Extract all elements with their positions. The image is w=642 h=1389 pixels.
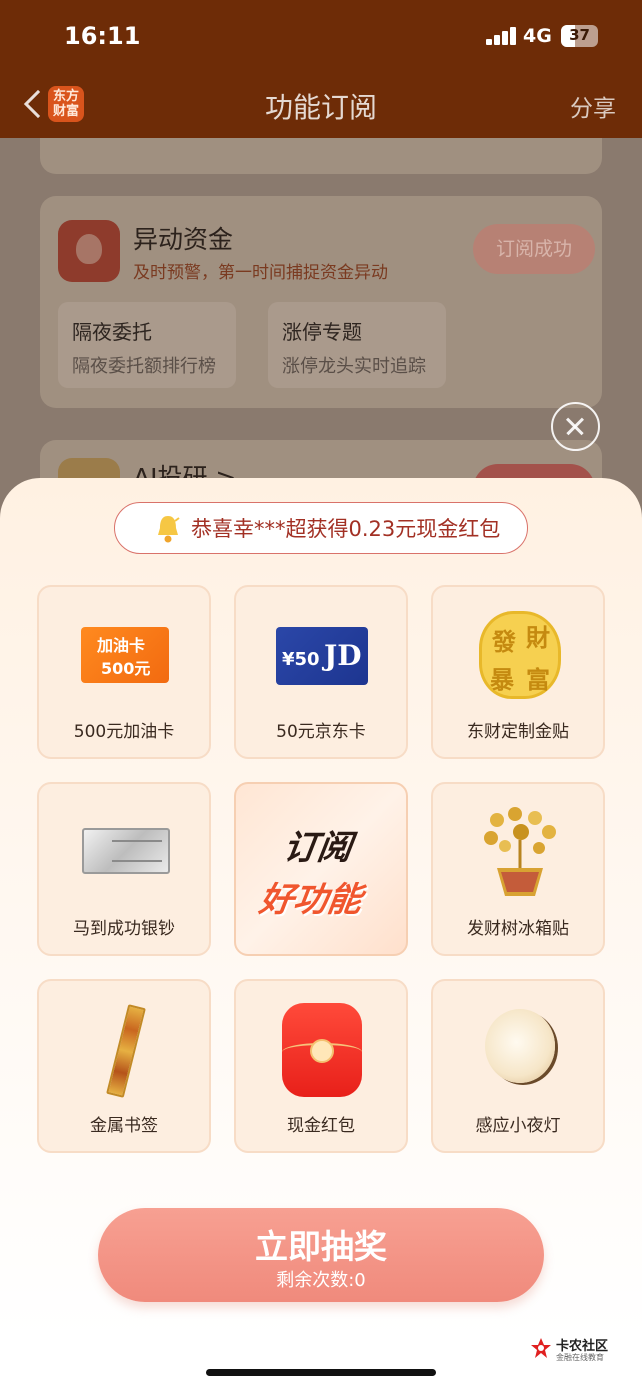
sticker-char: 富 bbox=[526, 666, 550, 694]
tile-overnight-orders[interactable]: 隔夜委托 隔夜委托额排行榜 bbox=[58, 302, 236, 388]
tile-title: 涨停专题 bbox=[282, 320, 362, 344]
lottery-sheet: 恭喜幸***超获得0.23元现金红包 加油卡 500元 500元加油卡 ¥50 … bbox=[0, 478, 642, 1338]
prize-label: 感应小夜灯 bbox=[475, 1116, 561, 1136]
tile-title: 隔夜委托 bbox=[72, 320, 152, 344]
draw-button-label: 立即抽奖 bbox=[255, 1227, 387, 1266]
watermark-logo-icon bbox=[531, 1338, 551, 1358]
sticker-char: 財 bbox=[526, 624, 550, 652]
sticker-char: 暴 bbox=[490, 666, 514, 694]
fuel-card-value: 500元 bbox=[101, 659, 151, 678]
signal-icon bbox=[486, 27, 518, 45]
fund-card: 异动资金 及时预警，第一时间捕捉资金异动 订阅成功 隔夜委托 隔夜委托额排行榜 … bbox=[40, 196, 602, 408]
subscribe-word: 订阅 bbox=[280, 828, 355, 868]
silver-note-icon bbox=[82, 828, 170, 874]
battery-level: 37 bbox=[569, 26, 590, 44]
share-button[interactable]: 分享 bbox=[570, 89, 616, 123]
close-icon[interactable] bbox=[551, 402, 600, 451]
tile-limit-up[interactable]: 涨停专题 涨停龙头实时追踪 bbox=[268, 302, 446, 388]
winner-ticker: 恭喜幸***超获得0.23元现金红包 bbox=[114, 502, 528, 554]
fuel-card-title: 加油卡 bbox=[97, 636, 146, 655]
tile-desc: 隔夜委托额排行榜 bbox=[72, 356, 216, 377]
status-bar: 16:11 4G 37 bbox=[0, 0, 642, 70]
jd-card-icon: ¥50 JD bbox=[276, 627, 368, 685]
fund-card-desc: 及时预警，第一时间捕捉资金异动 bbox=[133, 263, 388, 283]
battery-icon: 37 bbox=[561, 25, 598, 47]
red-envelope-icon bbox=[282, 1003, 362, 1097]
prize-label: 东财定制金贴 bbox=[467, 722, 569, 742]
prize-fuel-card: 加油卡 500元 500元加油卡 bbox=[37, 585, 211, 759]
prize-night-light: 感应小夜灯 bbox=[431, 979, 605, 1153]
draw-button[interactable]: 立即抽奖 剩余次数:0 bbox=[98, 1208, 544, 1302]
home-indicator[interactable] bbox=[206, 1369, 436, 1376]
money-tree-icon bbox=[484, 807, 556, 896]
prize-red-envelope: 现金红包 bbox=[234, 979, 408, 1153]
remaining-count: 剩余次数:0 bbox=[276, 1270, 366, 1291]
prize-label: 金属书签 bbox=[90, 1116, 158, 1136]
network-label: 4G bbox=[523, 25, 552, 47]
ticker-text: 恭喜幸***超获得0.23元现金红包 bbox=[191, 517, 501, 541]
prize-label: 发财树冰箱贴 bbox=[467, 919, 569, 939]
status-time: 16:11 bbox=[64, 22, 141, 50]
page-title: 功能订阅 bbox=[264, 91, 377, 124]
bookmark-icon bbox=[106, 1004, 146, 1098]
watermark-subtitle: 金融在线教育 bbox=[556, 1353, 604, 1362]
gold-sticker-icon: 發 財 暴 富 bbox=[479, 611, 561, 699]
sticker-char: 發 bbox=[492, 628, 516, 656]
prize-label: 500元加油卡 bbox=[73, 722, 175, 742]
prize-label: 马到成功银钞 bbox=[73, 919, 175, 939]
prize-gold-sticker: 發 財 暴 富 东财定制金贴 bbox=[431, 585, 605, 759]
nav-bar: 东方财富 功能订阅 分享 bbox=[0, 70, 642, 138]
fuel-card-icon: 加油卡 500元 bbox=[81, 627, 169, 683]
prize-silver-note: 马到成功银钞 bbox=[37, 782, 211, 956]
good-feature-word: 好功能 bbox=[256, 880, 365, 920]
bell-icon bbox=[158, 516, 180, 543]
money-bag-icon bbox=[58, 220, 120, 282]
fund-card-title: 异动资金 bbox=[133, 225, 234, 254]
prize-bookmark: 金属书签 bbox=[37, 979, 211, 1153]
prize-jd-card: ¥50 JD 50元京东卡 bbox=[234, 585, 408, 759]
prize-label: 50元京东卡 bbox=[276, 722, 366, 742]
tile-desc: 涨停龙头实时追踪 bbox=[282, 356, 426, 377]
previous-card bbox=[40, 138, 602, 174]
jd-card-value: ¥50 bbox=[282, 649, 320, 670]
night-light-icon bbox=[485, 1009, 555, 1083]
prize-money-tree: 发财树冰箱贴 bbox=[431, 782, 605, 956]
subscribed-button[interactable]: 订阅成功 bbox=[473, 224, 595, 274]
subscribe-badge[interactable]: 订阅 好功能 bbox=[234, 782, 408, 956]
prize-label: 现金红包 bbox=[287, 1116, 355, 1136]
jd-card-brand: JD bbox=[324, 639, 362, 672]
